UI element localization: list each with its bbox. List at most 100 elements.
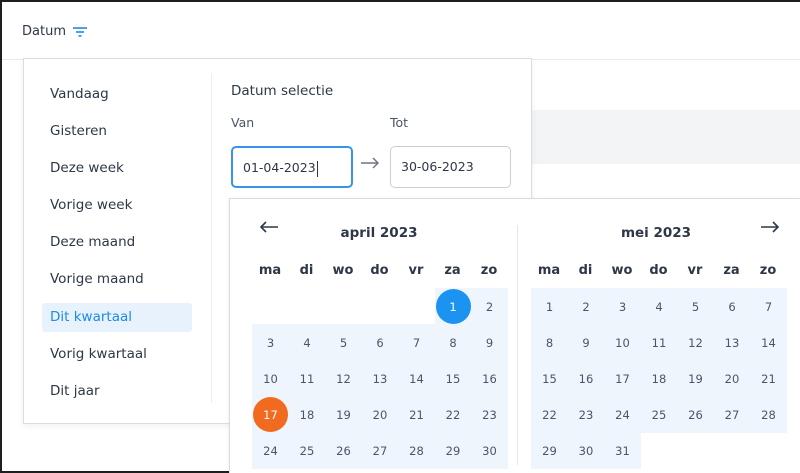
calendar-day-number: 4: [655, 299, 663, 314]
calendar-day-number: 24: [615, 407, 630, 422]
calendar-day[interactable]: 15: [531, 360, 568, 397]
calendar-day[interactable]: 24: [604, 396, 641, 433]
calendar-day[interactable]: 4: [640, 288, 678, 325]
calendar-day-number: 8: [449, 335, 457, 350]
calendar-day[interactable]: 16: [471, 360, 508, 397]
preset-item[interactable]: Gisteren: [42, 117, 192, 146]
calendar-day[interactable]: 14: [398, 360, 435, 397]
arrow-right-icon: [359, 155, 381, 175]
calendar-day[interactable]: 27: [361, 432, 399, 469]
text-caret: [316, 160, 318, 177]
calendar-day[interactable]: 3: [252, 324, 289, 361]
calendar-day[interactable]: 8: [434, 324, 472, 361]
calendar-day[interactable]: 16: [567, 360, 605, 397]
calendar-day[interactable]: 19: [325, 396, 362, 433]
calendar-day[interactable]: 25: [288, 432, 326, 469]
preset-item[interactable]: Dit jaar: [42, 377, 192, 406]
calendar-day[interactable]: 13: [713, 324, 751, 361]
preset-item[interactable]: Vorige week: [42, 191, 192, 220]
calendar-day-number: 24: [263, 443, 278, 458]
calendar-day[interactable]: 14: [750, 324, 787, 361]
calendar-day[interactable]: 11: [288, 360, 326, 397]
weekday-label: za: [444, 263, 461, 278]
calendar-day-number: 25: [299, 443, 315, 458]
preset-item[interactable]: Deze maand: [42, 228, 192, 257]
calendar-day-number: 6: [376, 335, 384, 350]
from-date-input[interactable]: 01-04-2023: [231, 146, 353, 188]
calendar-day[interactable]: 9: [471, 324, 508, 361]
calendar-day[interactable]: 19: [677, 360, 714, 397]
calendar-day[interactable]: 8: [531, 324, 568, 361]
date-filter-header[interactable]: Datum: [22, 24, 88, 39]
calendar-day-number: 21: [761, 371, 776, 386]
calendar-day[interactable]: 11: [640, 324, 678, 361]
calendar-day[interactable]: 2: [567, 288, 605, 325]
month-title-may: mei 2023: [620, 225, 692, 241]
calendar-day[interactable]: 24: [252, 432, 289, 469]
calendar-day-number: 12: [336, 371, 351, 386]
weekday-label: zo: [480, 263, 498, 278]
calendar-day[interactable]: 10: [604, 324, 641, 361]
calendar-day[interactable]: 4: [288, 324, 326, 361]
calendar-day[interactable]: 26: [677, 396, 714, 433]
preset-item[interactable]: Vorig kwartaal: [42, 340, 192, 369]
calendar-day[interactable]: 22: [531, 396, 568, 433]
from-date-value: 01-04-2023: [243, 160, 316, 175]
calendar-day[interactable]: 6: [361, 324, 399, 361]
calendar-day[interactable]: 29: [531, 432, 568, 469]
calendar-day[interactable]: 7: [750, 288, 787, 325]
calendar-day[interactable]: 25: [640, 396, 678, 433]
calendar-day[interactable]: 20: [361, 396, 399, 433]
calendar-day[interactable]: 23: [567, 396, 605, 433]
calendar-day[interactable]: 26: [325, 432, 362, 469]
calendar-day[interactable]: 1: [531, 288, 568, 325]
calendar-day[interactable]: 3: [604, 288, 641, 325]
calendar-day-number: 6: [728, 299, 736, 314]
calendar-day[interactable]: 21: [398, 396, 435, 433]
calendar-day[interactable]: 12: [325, 360, 362, 397]
calendar-day[interactable]: 1: [434, 288, 472, 325]
calendar-day-number: 11: [651, 335, 667, 350]
preset-item[interactable]: Deze week: [42, 154, 192, 183]
calendar-day[interactable]: 21: [750, 360, 787, 397]
calendar-day[interactable]: 9: [567, 324, 605, 361]
calendar-day[interactable]: 20: [713, 360, 751, 397]
next-month-arrow-icon[interactable]: [759, 219, 781, 239]
calendar-day[interactable]: 5: [677, 288, 714, 325]
calendar-day[interactable]: 17: [604, 360, 641, 397]
calendar-day[interactable]: 2: [471, 288, 508, 325]
weekday-label: di: [299, 263, 314, 278]
calendar-day[interactable]: 17: [252, 396, 289, 433]
calendar-day[interactable]: 30: [567, 432, 605, 469]
calendar-day[interactable]: 27: [713, 396, 751, 433]
preset-item[interactable]: Vorige maand: [42, 265, 192, 294]
preset-item[interactable]: Dit kwartaal: [42, 303, 192, 332]
calendar-day-number: 27: [724, 407, 740, 422]
calendar-day[interactable]: 22: [434, 396, 472, 433]
calendar-day[interactable]: 28: [398, 432, 435, 469]
calendar-day[interactable]: 29: [434, 432, 472, 469]
calendar-day[interactable]: 18: [640, 360, 678, 397]
filter-icon[interactable]: [72, 26, 88, 38]
calendar-day-number: 29: [445, 443, 461, 458]
calendar-day-number: 9: [582, 335, 590, 350]
calendar-day[interactable]: 18: [288, 396, 326, 433]
calendar-day[interactable]: 31: [604, 432, 641, 469]
prev-month-arrow-icon[interactable]: [258, 219, 280, 239]
calendar-day-number: 13: [724, 335, 740, 350]
calendar-day[interactable]: 7: [398, 324, 435, 361]
calendar-day[interactable]: 12: [677, 324, 714, 361]
calendar-day-number: 10: [263, 371, 278, 386]
calendar-day[interactable]: 28: [750, 396, 787, 433]
calendar-day[interactable]: 6: [713, 288, 751, 325]
calendar-day[interactable]: 10: [252, 360, 289, 397]
preset-item[interactable]: Vandaag: [42, 80, 192, 109]
calendar-day[interactable]: 15: [434, 360, 472, 397]
calendar-day[interactable]: 30: [471, 432, 508, 469]
calendar-day[interactable]: 13: [361, 360, 399, 397]
calendar-day[interactable]: 5: [325, 324, 362, 361]
calendar-day[interactable]: 23: [471, 396, 508, 433]
calendar-day-number: 13: [372, 371, 388, 386]
weekday-label: vr: [408, 263, 424, 278]
to-date-input[interactable]: 30-06-2023: [390, 146, 511, 188]
